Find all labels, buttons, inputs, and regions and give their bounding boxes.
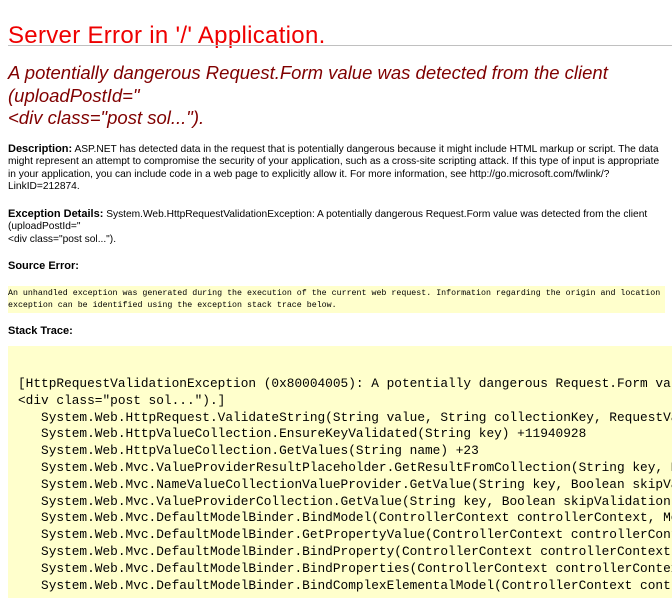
stack-trace-label: Stack Trace: [8,325,73,337]
stack-trace-line: System.Web.Mvc.DefaultModelBinder.GetPro… [18,527,672,543]
error-message-line: A potentially dangerous Request.Form val… [8,62,608,83]
stack-trace-line: System.Web.Mvc.DefaultModelBinder.BindPr… [18,560,672,576]
stack-trace-line: System.Web.HttpValueCollection.GetValues… [18,443,479,459]
source-error-line: exception can be identified using the ex… [8,301,337,310]
stack-trace-line: [HttpRequestValidationException (0x80004… [18,376,672,391]
stack-trace-line: System.Web.Mvc.ValueProviderResultPlaceh… [18,459,672,475]
stack-trace-line: System.Web.HttpValueCollection.EnsureKey… [18,426,587,442]
source-error-line: An unhandled exception was generated dur… [8,289,665,298]
stack-trace-line: System.Web.Mvc.DefaultModelBinder.BindCo… [18,577,672,593]
stack-trace-line: System.Web.Mvc.DefaultModelBinder.BindPr… [18,543,672,559]
title-divider [8,45,672,46]
stack-trace-line: <div class="post sol...").] [18,392,226,408]
description-text: ASP.NET has detected data in the request… [8,144,660,193]
error-message-line: (uploadPostId=" [8,84,140,106]
exception-details-text: <div class="post sol..."). [8,233,117,245]
stack-trace-line: System.Web.HttpRequest.ValidateString(St… [18,409,672,425]
exception-details-label: Exception Details: [8,208,104,220]
description-section: Description: ASP.NET has detected data i… [8,143,668,194]
description-label: Description: [8,143,73,155]
error-message-line: <div class="post sol..."). [8,107,205,128]
stack-trace-line: System.Web.Mvc.DefaultModelBinder.BindMo… [18,510,672,526]
stack-trace-line: System.Web.Mvc.NameValueCollectionValueP… [18,476,672,492]
source-error-label: Source Error: [8,260,79,272]
stack-trace-line: System.Web.Mvc.ValueProviderCollection.G… [18,493,672,509]
stack-trace-text: [HttpRequestValidationException (0x80004… [18,376,672,594]
error-message: A potentially dangerous Request.Form val… [8,62,608,130]
stack-trace-box: [HttpRequestValidationException (0x80004… [8,346,672,598]
exception-details-text: System.Web.HttpRequestValidationExceptio… [8,209,648,233]
exception-details-section: Exception Details: System.Web.HttpReques… [8,208,668,246]
source-error-box: An unhandled exception was generated dur… [8,286,665,313]
